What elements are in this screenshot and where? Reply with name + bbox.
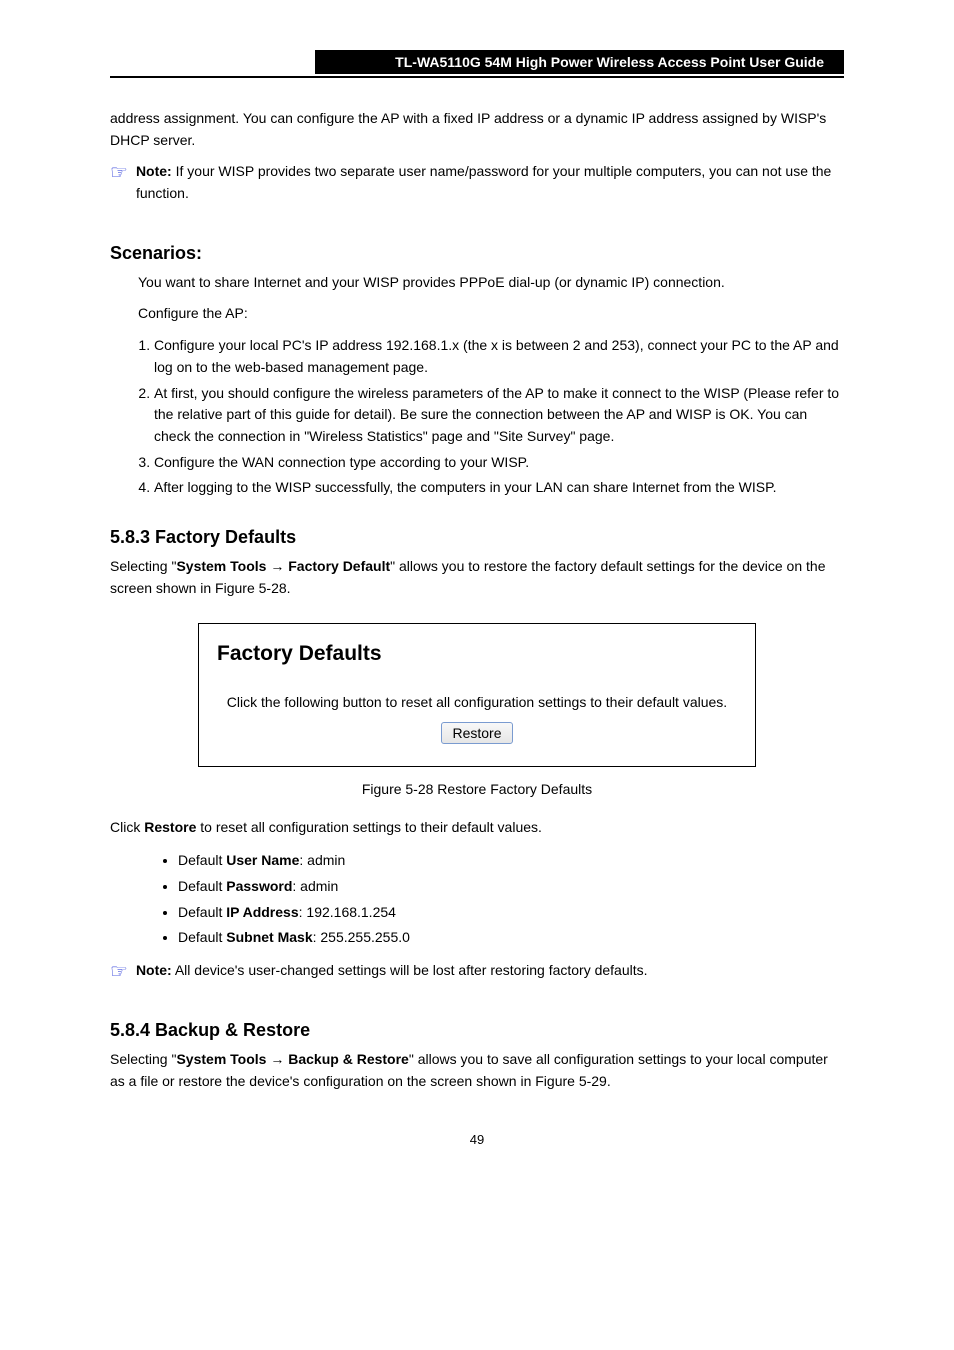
figure-caption: Figure 5-28 Restore Factory Defaults [110,781,844,797]
menu-backup-restore: Backup & Restore [288,1051,409,1067]
default-password: Default Password: admin [178,875,844,899]
scenario-desc: You want to share Internet and your WISP… [138,272,844,294]
note-2-text: Note: All device's user-changed settings… [136,960,648,982]
backup-restore-heading: 5.8.4 Backup & Restore [110,1020,844,1041]
after-restore-text: Click Restore to reset all configuration… [110,817,844,839]
default-username: Default User Name: admin [178,849,844,873]
restore-button[interactable]: Restore [441,722,512,744]
intro-paragraph-1: address assignment. You can configure th… [110,108,844,151]
note-1-text: Note: If your WISP provides two separate… [136,161,844,204]
arrow-right-icon: → [270,1051,288,1067]
default-ip: Default IP Address: 192.168.1.254 [178,901,844,925]
note-2-label: Note: [136,962,172,978]
header-rule [110,76,844,78]
factory-defaults-heading: 5.8.3 Factory Defaults [110,527,844,548]
step-1: Configure your local PC's IP address 192… [154,335,844,378]
hand-pointer-icon: ☞ [110,163,128,183]
page-number: 49 [110,1132,844,1147]
menu-system-tools-2: System Tools [176,1051,266,1067]
note-1-body: If your WISP provides two separate user … [136,163,831,201]
menu-system-tools: System Tools [176,558,266,574]
step-4: After logging to the WISP successfully, … [154,477,844,499]
factory-intro: Selecting "System Tools → Factory Defaul… [110,556,844,599]
backup-intro: Selecting "System Tools → Backup & Resto… [110,1049,844,1092]
backup-intro-prefix: Selecting [110,1051,171,1067]
note-2-body: All device's user-changed settings will … [175,962,648,978]
default-subnet: Default Subnet Mask: 255.255.255.0 [178,926,844,950]
figure-text: Click the following button to reset all … [207,694,747,710]
note-2: ☞ Note: All device's user-changed settin… [110,960,844,992]
configure-label: Configure the AP: [138,303,844,325]
note-1: ☞ Note: If your WISP provides two separa… [110,161,844,214]
factory-defaults-figure: Factory Defaults Click the following but… [198,623,756,767]
configure-steps: Configure your local PC's IP address 192… [110,335,844,499]
hand-pointer-icon: ☞ [110,962,128,982]
scenarios-heading: Scenarios: [110,243,844,264]
menu-factory-default: Factory Default [288,558,390,574]
note-1-label: Note: [136,163,172,179]
figure-title: Factory Defaults [217,642,747,666]
arrow-right-icon: → [270,558,288,574]
step-2: At first, you should configure the wirel… [154,383,844,448]
step-3: Configure the WAN connection type accord… [154,452,844,474]
defaults-list: Default User Name: admin Default Passwor… [110,849,844,950]
page-header-title: TL-WA5110G 54M High Power Wireless Acces… [315,50,844,74]
